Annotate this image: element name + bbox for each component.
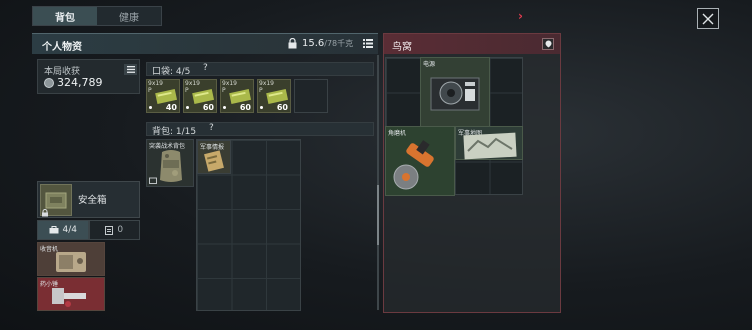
pocket-header: 口袋: 4/5 ? xyxy=(146,62,374,77)
pocket-help-icon[interactable]: ? xyxy=(203,63,208,73)
list-icon xyxy=(126,66,135,73)
income-value: 324,789 xyxy=(57,76,103,89)
coin-icon xyxy=(44,78,54,88)
backpack-item[interactable]: 军事情报 xyxy=(197,140,231,174)
location-pin-button[interactable] xyxy=(542,38,554,50)
loot-item-grinder[interactable]: 角磨机 xyxy=(385,126,455,196)
ammo-slot[interactable]: 9x19 P 60 xyxy=(257,79,291,113)
hammer-icon xyxy=(52,288,86,307)
personal-supplies-header: 个人物资 15.6/78千克 xyxy=(32,33,378,54)
military-map-icon xyxy=(463,132,517,160)
power-supply-icon xyxy=(430,77,480,111)
tab-backpack[interactable]: 背包 xyxy=(33,7,97,25)
box-count-tab-2[interactable]: 0 xyxy=(88,220,140,240)
loot-item-military-map[interactable]: 军事地图 xyxy=(455,126,523,160)
carry-weight: 15.6/78千克 xyxy=(302,38,353,49)
box-counts: 4/4 0 xyxy=(37,220,140,240)
backpack-header: 背包: 1/15 ? xyxy=(146,122,374,137)
ammo-dot xyxy=(186,106,189,109)
backpack-equip-slot[interactable]: 突袭战术背包 xyxy=(146,139,194,187)
intel-document-icon xyxy=(204,150,224,172)
radio-icon xyxy=(56,252,86,272)
location-pin-icon xyxy=(545,40,551,48)
ammo-count: 60 xyxy=(239,103,251,112)
safe-item-radio[interactable]: 收音机 xyxy=(37,242,105,276)
box-count-value: 0 xyxy=(117,225,124,235)
close-button[interactable] xyxy=(697,8,719,29)
card-icon xyxy=(105,225,114,235)
bag-icon xyxy=(149,177,157,184)
ammo-count: 60 xyxy=(276,103,288,112)
bird-nest-header: 鸟窝 xyxy=(384,34,560,54)
weight-max: /78千克 xyxy=(324,39,354,48)
ammo-dot xyxy=(260,106,263,109)
weight-lock-icon xyxy=(287,37,298,52)
ammo-slot[interactable]: 9x19 P 60 xyxy=(183,79,217,113)
scrollbar-thumb[interactable] xyxy=(377,185,379,245)
safe-box-card[interactable]: 安全箱 xyxy=(37,181,140,218)
ammo-slot[interactable]: 9x19 P 40 xyxy=(146,79,180,113)
weight-value: 15.6 xyxy=(302,38,325,49)
chevron-right-icon[interactable]: › xyxy=(518,9,523,23)
panel-title: 个人物资 xyxy=(42,42,82,53)
list-icon[interactable] xyxy=(363,39,373,51)
tab-bar: 背包 健康 xyxy=(32,6,162,26)
angle-grinder-icon xyxy=(393,140,434,190)
loot-item-power-supply[interactable]: 电源 xyxy=(420,57,490,127)
pocket-label: 口袋: 4/5 xyxy=(152,67,191,77)
safe-box-label: 安全箱 xyxy=(78,195,107,206)
box-count-tab-1[interactable]: 4/4 xyxy=(37,220,89,240)
briefcase-icon xyxy=(49,226,58,234)
empty-pocket-slot[interactable] xyxy=(294,79,328,113)
backpack-help-icon[interactable]: ? xyxy=(209,123,214,133)
backpack-label: 背包: 1/15 xyxy=(152,127,197,137)
income-list-button[interactable] xyxy=(124,64,137,75)
tab-health[interactable]: 健康 xyxy=(97,7,161,25)
scrollbar-track[interactable] xyxy=(377,55,379,310)
bird-nest-title: 鸟窝 xyxy=(392,42,412,53)
session-income-card: 本局收获 324,789 xyxy=(37,59,140,94)
ammo-slot[interactable]: 9x19 P 60 xyxy=(220,79,254,113)
close-icon xyxy=(702,13,714,24)
ammo-dot xyxy=(149,106,152,109)
safe-item-hammer[interactable]: 药小锤 xyxy=(37,277,105,311)
lock-icon xyxy=(42,209,48,217)
ammo-count: 60 xyxy=(202,103,214,112)
ammo-dot xyxy=(223,106,226,109)
box-count-value: 4/4 xyxy=(62,225,77,235)
ammo-count: 40 xyxy=(165,103,177,112)
